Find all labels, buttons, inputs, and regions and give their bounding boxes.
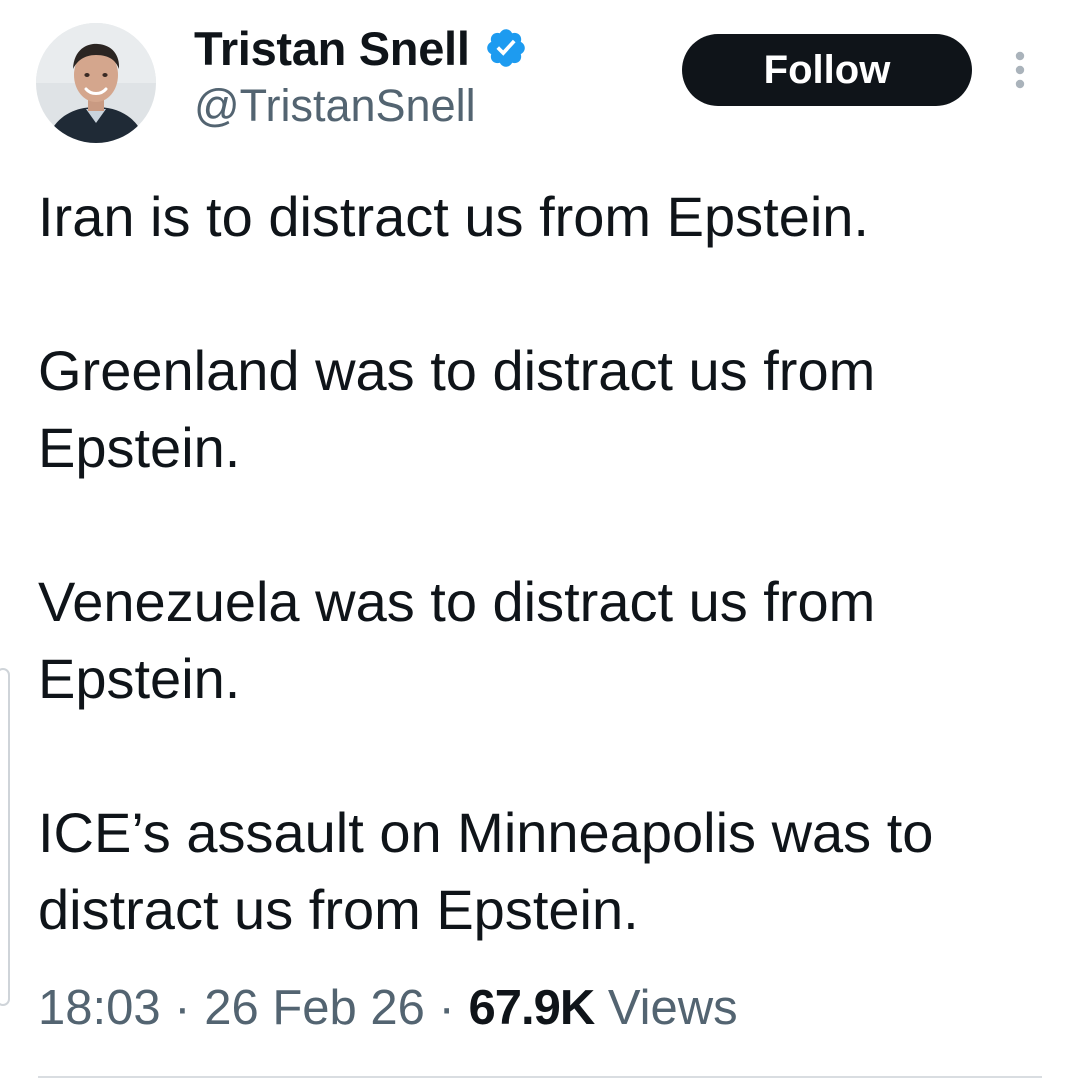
tweet-time[interactable]: 18:03 [38,981,161,1035]
tweet-meta: 18:03 · 26 Feb 26 · 67.9K Views [38,980,738,1036]
avatar[interactable] [36,23,156,143]
meta-separator: · [438,981,455,1035]
tweet-paragraph: Venezuela was to distract us from Epstei… [38,570,876,710]
follow-button[interactable]: Follow [682,34,972,106]
verified-badge-icon[interactable] [484,26,528,70]
divider [38,1076,1042,1078]
tweet-card: Tristan Snell @TristanSnell Follow Iran … [0,0,1080,1082]
views-count[interactable]: 67.9K [468,981,595,1035]
display-name[interactable]: Tristan Snell [194,21,470,76]
views-label: Views [607,981,738,1035]
tweet-paragraph: Greenland was to distract us from Epstei… [38,339,876,479]
user-handle[interactable]: @TristanSnell [194,80,476,132]
more-vertical-icon[interactable] [1006,50,1034,90]
avatar-image [36,23,156,143]
tweet-date[interactable]: 26 Feb 26 [204,981,425,1035]
tweet-paragraph: Iran is to distract us from Epstein. [38,185,869,248]
meta-separator: · [174,981,191,1035]
tweet-paragraph: ICE’s assault on Minneapolis was to dist… [38,801,934,941]
scroll-edge-handle [0,668,10,1006]
author-name-row[interactable]: Tristan Snell [194,18,528,78]
tweet-text: Iran is to distract us from Epstein. Gre… [38,178,1028,1025]
